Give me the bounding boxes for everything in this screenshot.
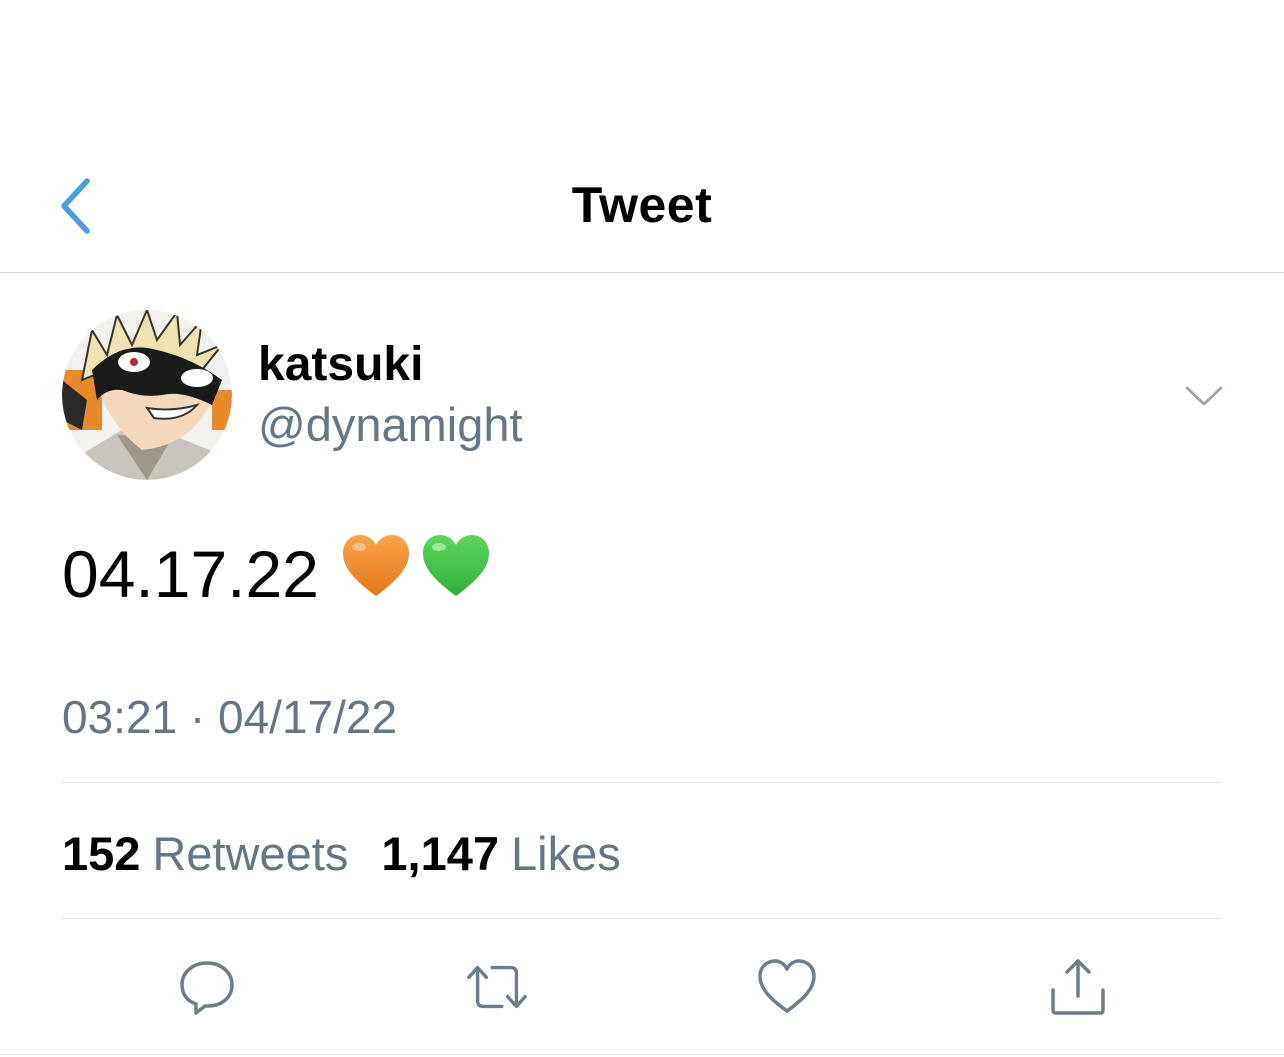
retweet-icon [467,965,527,1009]
like-button[interactable] [755,955,819,1019]
page-title: Tweet [571,177,713,233]
orange-heart-emoji [341,533,411,614]
green-heart-emoji [421,533,491,614]
reply-icon [180,961,234,1015]
likes-stat[interactable]: 1,147 Likes [381,827,640,880]
retweets-label: Retweets [152,827,349,880]
tweet-timestamp: 03:21 · 04/17/22 [62,691,398,743]
tweet-text: 04.17.22 [62,533,491,614]
orange-heart-icon [342,535,409,596]
like-icon [758,959,816,1013]
divider [62,782,1222,783]
divider [62,918,1222,919]
divider [0,1054,1284,1055]
author-handle[interactable]: @dynamight [258,397,523,452]
tweet-stats: 152 Retweets 1,147 Likes [62,826,641,881]
retweet-button[interactable] [465,955,529,1019]
tweet-text-content: 04.17.22 [62,536,319,611]
chevron-down-icon [1185,386,1223,406]
green-heart-icon [422,535,489,596]
likes-count: 1,147 [381,827,500,880]
retweets-count: 152 [62,827,141,880]
more-options-button[interactable] [1178,376,1230,416]
author-display-name[interactable]: katsuki [258,337,423,392]
share-button[interactable] [1046,955,1110,1019]
reply-button[interactable] [175,955,239,1019]
navigation-bar: Tweet [0,0,1284,273]
avatar[interactable] [62,310,232,480]
tweet-detail-screen: Tweet katsuki @dynamight 04.17.22 03:21 … [0,0,1284,1057]
likes-label: Likes [511,827,621,880]
avatar-image [62,310,232,480]
share-icon [1051,959,1105,1015]
retweets-stat[interactable]: 152 Retweets [62,827,381,880]
